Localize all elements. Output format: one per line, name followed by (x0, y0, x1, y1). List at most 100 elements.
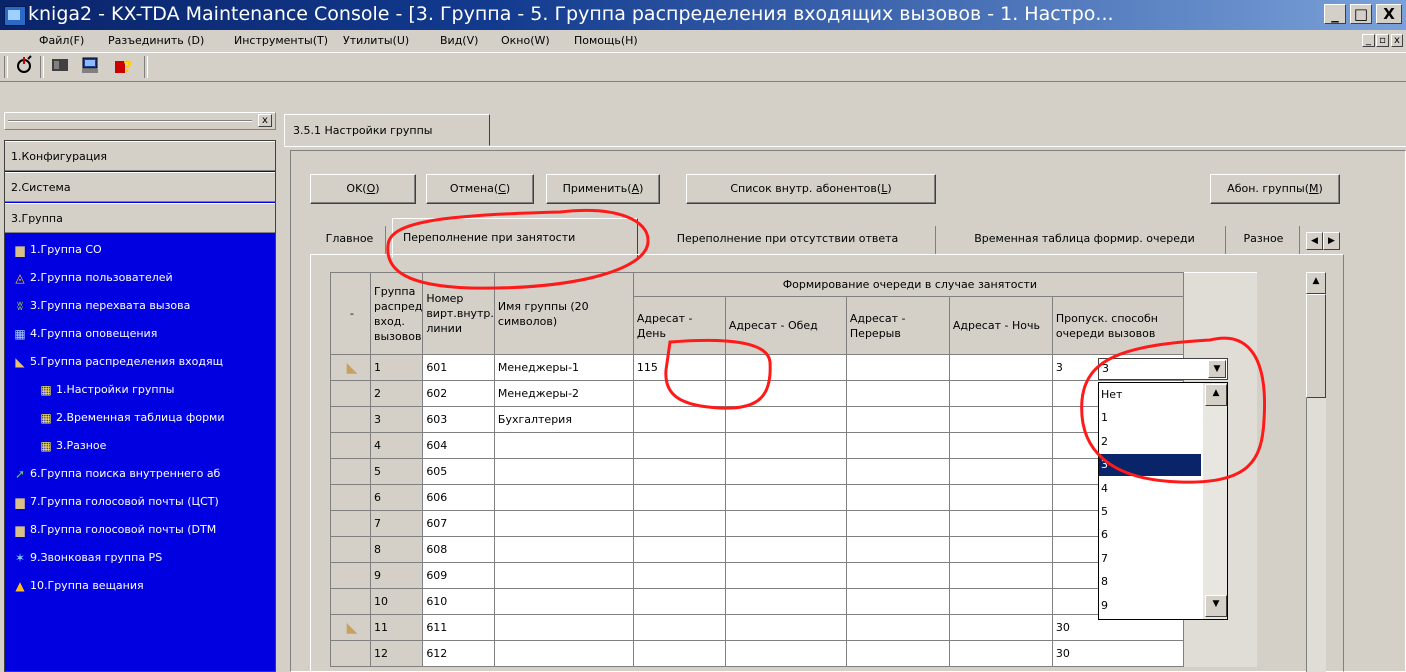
skip-queue-cell[interactable]: 30 (1051, 640, 1184, 667)
night-destination-cell[interactable] (948, 354, 1053, 381)
night-destination-cell[interactable] (948, 562, 1053, 589)
group-index-cell[interactable]: 7 (369, 510, 424, 537)
break-destination-cell[interactable] (845, 562, 950, 589)
tree-item[interactable]: ▆ 7.Группа голосовой почты (ЦСТ) (12, 488, 276, 516)
group-index-cell[interactable]: 5 (369, 458, 424, 485)
day-destination-cell[interactable] (632, 640, 726, 667)
mdi-close-button[interactable]: x (1391, 34, 1403, 47)
night-destination-cell[interactable] (948, 536, 1053, 563)
day-destination-cell[interactable] (632, 406, 726, 433)
tree-item[interactable]: ◣ 5.Группа распределения входящ (12, 348, 276, 376)
lunch-destination-cell[interactable] (724, 640, 847, 667)
lunch-destination-cell[interactable] (724, 354, 847, 381)
dropdown-option[interactable]: 2 (1099, 431, 1201, 453)
virtual-number-cell[interactable]: 601 (422, 354, 495, 381)
cancel-button[interactable]: Отмена(C) (426, 174, 534, 204)
dropdown-scroll-up-icon[interactable]: ▲ (1205, 384, 1227, 406)
night-destination-cell[interactable] (948, 614, 1053, 641)
chevron-down-icon[interactable]: ▼ (1208, 360, 1226, 378)
category-group[interactable]: 3.Группа (5, 203, 275, 233)
dropdown-option[interactable]: 4 (1099, 478, 1201, 500)
group-name-cell[interactable]: Менеджеры-1 (493, 354, 634, 381)
extension-list-button[interactable]: Список внутр. абонентов(L) (686, 174, 936, 204)
minimize-button[interactable]: _ (1324, 4, 1346, 24)
virtual-number-cell[interactable]: 608 (422, 536, 495, 563)
virtual-number-cell[interactable]: 611 (422, 614, 495, 641)
column-header-number[interactable]: Номер вирт.внутр. линии (422, 272, 495, 355)
column-header-name[interactable]: Имя группы (20 символов) (493, 272, 634, 355)
dropdown-option[interactable]: 5 (1099, 501, 1201, 523)
break-destination-cell[interactable] (845, 354, 950, 381)
day-destination-cell[interactable] (632, 380, 726, 407)
break-destination-cell[interactable] (845, 458, 950, 485)
tree-item[interactable]: ▦ 4.Группа оповещения (12, 320, 276, 348)
group-name-cell[interactable]: Менеджеры-2 (493, 380, 634, 407)
virtual-number-cell[interactable]: 607 (422, 510, 495, 537)
break-destination-cell[interactable] (845, 614, 950, 641)
group-index-cell[interactable]: 2 (369, 380, 424, 407)
break-destination-cell[interactable] (845, 510, 950, 537)
row-selector[interactable] (330, 588, 371, 615)
column-header-break[interactable]: Адресат - Перерыв (845, 296, 950, 355)
column-header-skip[interactable]: Пропуск. способн очереди вызовов (1051, 296, 1184, 355)
scroll-up-icon[interactable]: ▲ (1306, 272, 1326, 294)
connect-icon[interactable] (12, 55, 36, 79)
group-index-cell[interactable]: 9 (369, 562, 424, 589)
row-selector[interactable] (330, 536, 371, 563)
group-name-cell[interactable] (493, 458, 634, 485)
break-destination-cell[interactable] (845, 588, 950, 615)
help-icon[interactable]: ? (112, 55, 136, 79)
group-index-cell[interactable]: 12 (369, 640, 424, 667)
maximize-button[interactable]: □ (1350, 4, 1372, 24)
apply-button[interactable]: Применить(A) (546, 174, 660, 204)
row-selector[interactable] (330, 432, 371, 459)
column-header-lunch[interactable]: Адресат - Обед (724, 296, 847, 355)
column-header-day[interactable]: Адресат - День (632, 296, 726, 355)
day-destination-cell[interactable] (632, 510, 726, 537)
tab-group-settings[interactable]: 3.5.1 Настройки группы (284, 114, 490, 146)
lunch-destination-cell[interactable] (724, 510, 847, 537)
break-destination-cell[interactable] (845, 640, 950, 667)
lunch-destination-cell[interactable] (724, 380, 847, 407)
day-destination-cell[interactable] (632, 562, 726, 589)
tree-item[interactable]: ▆ 8.Группа голосовой почты (DTM (12, 516, 276, 544)
virtual-number-cell[interactable]: 602 (422, 380, 495, 407)
group-name-cell[interactable] (493, 536, 634, 563)
group-index-cell[interactable]: 1 (369, 354, 424, 381)
scroll-thumb[interactable] (1306, 294, 1326, 398)
menu-window[interactable]: Окно(W) (501, 34, 550, 47)
navigator-close-button[interactable]: x (258, 114, 272, 127)
virtual-number-cell[interactable]: 605 (422, 458, 495, 485)
dropdown-option[interactable]: 9 (1099, 595, 1201, 617)
night-destination-cell[interactable] (948, 510, 1053, 537)
mdi-minimize-button[interactable]: _ (1362, 34, 1375, 47)
day-destination-cell[interactable] (632, 614, 726, 641)
lunch-destination-cell[interactable] (724, 406, 847, 433)
row-selector[interactable] (330, 640, 371, 667)
row-selector[interactable] (330, 510, 371, 537)
dropdown-scroll-down-icon[interactable]: ▼ (1205, 595, 1227, 617)
column-header-night[interactable]: Адресат - Ночь (948, 296, 1053, 355)
column-header-group[interactable]: Группа распред вход. вызовов (369, 272, 424, 355)
group-index-cell[interactable]: 4 (369, 432, 424, 459)
tab-main[interactable]: Главное (314, 226, 386, 254)
group-name-cell[interactable] (493, 432, 634, 459)
close-button[interactable]: X (1376, 4, 1402, 24)
tree-item[interactable]: ➚ 6.Группа поиска внутреннего аб (12, 460, 276, 488)
lunch-destination-cell[interactable] (724, 588, 847, 615)
lunch-destination-cell[interactable] (724, 562, 847, 589)
tab-queue-time-table[interactable]: Временная таблица формир. очереди (944, 226, 1226, 254)
mdi-restore-button[interactable]: ▫ (1376, 34, 1389, 47)
group-name-cell[interactable] (493, 614, 634, 641)
tree-item[interactable]: ▲ 10.Группа вещания (12, 572, 276, 600)
tab-scroll-right-icon[interactable]: ▶ (1323, 232, 1340, 250)
device-icon[interactable] (48, 55, 72, 79)
group-members-button[interactable]: Абон. группы(M) (1210, 174, 1340, 204)
group-index-cell[interactable]: 8 (369, 536, 424, 563)
group-name-cell[interactable] (493, 484, 634, 511)
tab-scroll-left-icon[interactable]: ◀ (1306, 232, 1323, 250)
night-destination-cell[interactable] (948, 380, 1053, 407)
dropdown-option[interactable]: Нет (1099, 384, 1201, 406)
dropdown-option[interactable]: 3 (1099, 454, 1201, 476)
dropdown-option[interactable]: 7 (1099, 548, 1201, 570)
